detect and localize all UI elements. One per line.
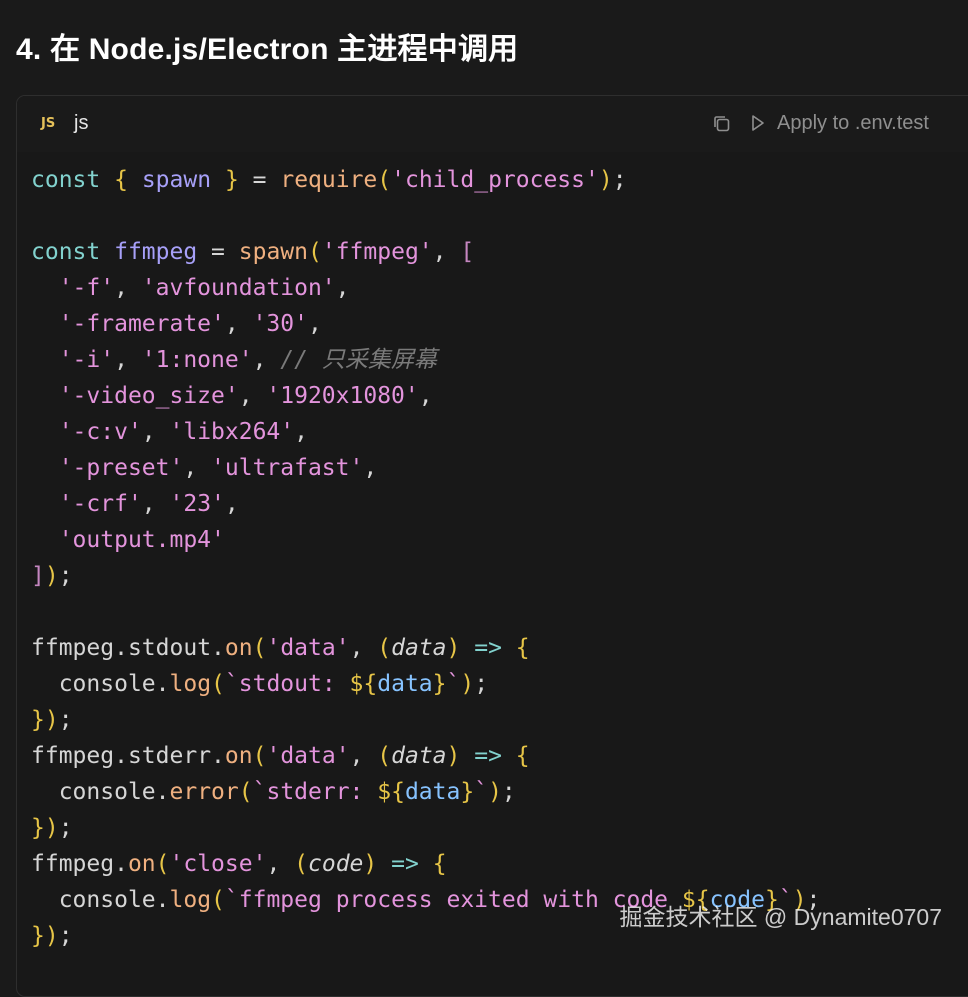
code-line: '-preset', 'ultrafast', <box>58 455 378 481</box>
apply-button-label: Apply to .env.test <box>777 111 929 134</box>
code-block-header: JS js Apply to .env.test <box>17 96 968 152</box>
code-line: ffmpeg.stderr.on('data', (data) => { <box>31 743 530 769</box>
code-line: }); <box>31 707 73 733</box>
code-line: const { spawn } = require('child_process… <box>31 167 627 193</box>
code-line: console.log(`stdout: ${data}`); <box>58 671 489 697</box>
code-line: 'output.mp4' <box>58 527 225 553</box>
copy-icon[interactable] <box>711 113 733 135</box>
code-line: ffmpeg.on('close', (code) => { <box>31 851 447 877</box>
code-line: '-i', '1:none', // 只采集屏幕 <box>58 347 437 373</box>
apply-button[interactable]: Apply to .env.test <box>751 110 929 136</box>
code-line: '-video_size', '1920x1080', <box>58 383 433 409</box>
code-line: '-f', 'avfoundation', <box>58 275 350 301</box>
code-content: const { spawn } = require('child_process… <box>31 162 820 954</box>
code-line: '-crf', '23', <box>58 491 239 517</box>
javascript-icon: JS <box>41 116 56 131</box>
watermark-text: 掘金技术社区 @ Dynamite0707 <box>619 904 942 930</box>
code-line: ]); <box>31 563 73 589</box>
code-line: ffmpeg.stdout.on('data', (data) => { <box>31 635 530 661</box>
play-icon <box>752 115 764 131</box>
code-line: '-c:v', 'libx264', <box>58 419 308 445</box>
language-label: js <box>74 112 89 134</box>
code-line: console.error(`stderr: ${data}`); <box>58 779 516 805</box>
code-block: JS js Apply to .env.test const { spawn }… <box>16 95 968 997</box>
code-line: const ffmpeg = spawn('ffmpeg', [ <box>31 239 475 265</box>
code-line: }); <box>31 815 73 841</box>
code-line: '-framerate', '30', <box>58 311 322 337</box>
section-heading: 4. 在 Node.js/Electron 主进程中调用 <box>16 33 519 66</box>
